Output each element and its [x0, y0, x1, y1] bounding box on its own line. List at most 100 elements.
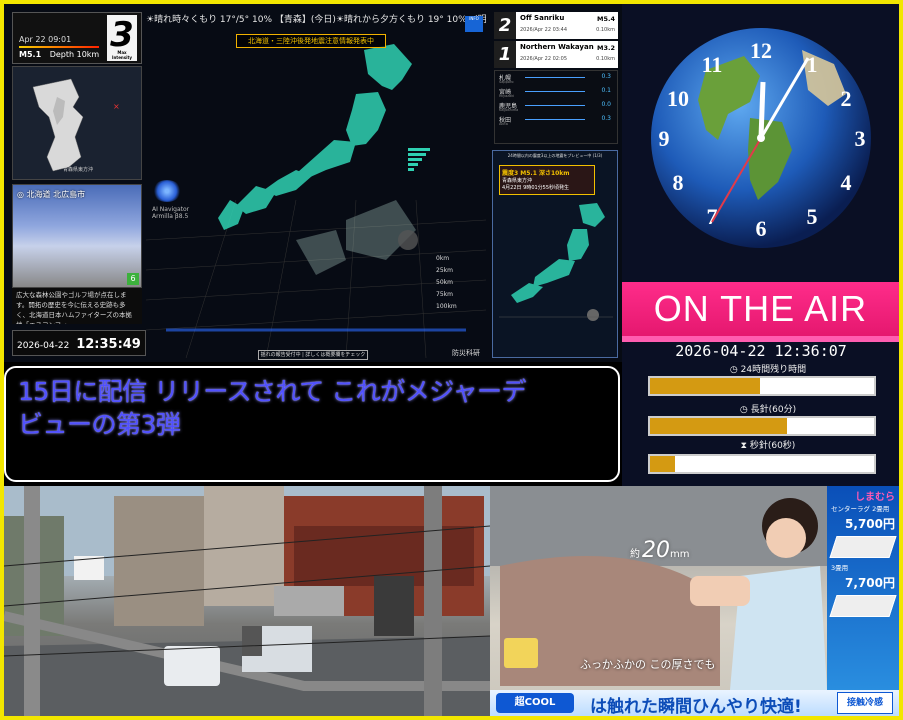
product-2-price: 7,700円 [845, 576, 895, 590]
location-pin-icon: ◎ [17, 190, 27, 199]
preview-heading: 24時間以内の震度3以上の地震をプレビュー中 (1/3) [507, 153, 603, 158]
street-scene [4, 486, 490, 716]
japan-3d-intensity-map: 0km 25km 50km 75km 100km [146, 44, 486, 358]
gauge-24h-label: ◷ 24時間残り時間 [650, 362, 886, 375]
quake-depth: 0.10km [596, 56, 615, 62]
ai-navigator-sub: Armilla β8.5 [152, 213, 189, 220]
cooling-badge: 接触冷感 [837, 692, 893, 714]
ad-tagline: ふっかふかの この厚さでも [580, 658, 716, 671]
hourglass-icon: ⧗ [740, 441, 750, 451]
waveform-line [525, 119, 585, 120]
quake-magnitude: M3.2 [597, 44, 615, 52]
hour-hand [758, 81, 766, 139]
gauge-24h-label-text: 24時間残り時間 [740, 365, 807, 375]
monitor-clock-time: 12:35:49 [76, 337, 141, 352]
preview-date: 4月22日 9時01分55秒頃発生 [502, 185, 570, 191]
earthquake-monitor-panel: ☀晴れ時々くもり 17°/5° 10% 【青森】(今日)☀晴れから夕方くもり 1… [4, 4, 622, 362]
rug-image [829, 536, 897, 558]
camera-place-text: 北海道 北広島市 [26, 190, 86, 199]
nied-credit: 防災科研 [452, 349, 480, 357]
svg-text:5: 5 [807, 204, 818, 229]
quake-date: 2026/Apr 22 02:05 [520, 56, 568, 62]
preview-quake-summary: 震度3 M5.1 深さ10km [502, 170, 570, 177]
street-live-camera [4, 486, 490, 716]
svg-text:0km: 0km [436, 255, 449, 262]
waveform-line [525, 105, 585, 106]
station-romaji: Miyazaki [499, 94, 515, 98]
product-2-name: 3畳用 [831, 564, 849, 572]
svg-text:100km: 100km [436, 303, 457, 310]
ad-bottom-banner: 超COOL は触れた瞬間ひんやり快適! 接触冷感 [490, 690, 899, 716]
gauge-second-hand [648, 454, 876, 474]
quake-region: Northern Wakayan [520, 43, 594, 51]
monitor-clock: 2026-04-22 12:35:49 [12, 330, 146, 356]
intensity-bar [19, 46, 99, 48]
rug-image [829, 595, 897, 617]
latest-quake-time: Apr 22 09:01 [19, 35, 72, 44]
station-romaji: Kagoshima [499, 108, 519, 112]
svg-text:50km: 50km [436, 279, 453, 286]
gauge-minute-hand [648, 416, 876, 436]
thickness-unit: mm [670, 549, 690, 560]
commercial-advert: 約20mm ふっかふかの この厚さでも しまむら センターラグ 2畳用 5,70… [490, 486, 899, 716]
svg-text:10: 10 [667, 86, 689, 111]
gauge-24h-fill [650, 378, 760, 394]
product-1-name: センターラグ 2畳用 [831, 505, 890, 513]
quake-rank: 1 [494, 41, 516, 68]
ai-navigator: AI Navigator Armilla β8.5 [152, 180, 189, 220]
epicenter-mini-map: × 青森県東方沖 [12, 66, 142, 180]
station-value: 0.3 [601, 115, 611, 122]
quake-region: Off Sanriku [520, 14, 565, 22]
svg-text:6: 6 [756, 216, 767, 241]
monitor-clock-date: 2026-04-22 [17, 341, 70, 351]
store-brand: しまむら [855, 492, 895, 503]
svg-text:9: 9 [659, 126, 670, 151]
svg-text:1: 1 [807, 52, 818, 77]
svg-text:75km: 75km [436, 291, 453, 298]
quake-rank: 2 [494, 12, 516, 39]
gauge-minute-label-text: 長針(60分) [750, 405, 797, 415]
ai-navigator-name: AI Navigator [152, 206, 190, 213]
thickness-prefix: 約 [630, 549, 640, 560]
gauge-second-label-text: 秒針(60秒) [749, 441, 796, 451]
gauge-second-fill [650, 456, 675, 472]
product-1-price: 5,700円 [845, 517, 895, 531]
svg-text:25km: 25km [436, 267, 453, 274]
mini-map-svg: × [32, 78, 120, 172]
quake-date: 2026/Apr 22 03:44 [520, 27, 568, 33]
quake-depth: 0.10km [596, 27, 615, 33]
svg-text:2: 2 [841, 86, 852, 111]
camera-intensity-chip: 6 [127, 273, 139, 285]
thickness-text: 約20mm [630, 538, 691, 563]
latest-quake-magnitude: M5.1 Depth 10km [19, 50, 99, 59]
station-row: 札幌 Sapporo 0.3 [495, 71, 617, 85]
camera-place-name: ◎ 北海道 北広島市 [17, 189, 85, 200]
latest-quake-mag-value: M5.1 [19, 50, 42, 59]
svg-text:11: 11 [702, 52, 723, 77]
thickness-value: 20 [642, 538, 670, 563]
ad-headline: は触れた瞬間ひんやり快適! [590, 697, 802, 716]
gauge-24h-remaining [648, 376, 876, 396]
price-sidebar: しまむら センターラグ 2畳用 5,700円 3畳用 7,700円 [827, 486, 899, 694]
max-intensity-value: 3 [110, 15, 134, 55]
lyrics-caption-box: 15日に配信 リリースされて これがメジャーデ ビューの第3弾 [4, 366, 620, 482]
station-value: 0.1 [601, 87, 611, 94]
quake-preview-card: 24時間以内の震度3以上の地震をプレビュー中 (1/3) 震度3 M5.1 深さ… [492, 150, 618, 358]
current-datetime: 2026-04-22 12:36:07 [675, 342, 847, 360]
clock-icon: ◷ [739, 405, 751, 415]
station-row: 宮崎 Miyazaki 0.1 [495, 85, 617, 99]
quake-list-item[interactable]: 1 Northern Wakayan M3.2 2026/Apr 22 02:0… [494, 41, 618, 68]
ai-navigator-orb-icon [152, 180, 182, 202]
report-request-pill[interactable]: 揺れの報告受付中 | 詳しくは概要欄をチェック [258, 350, 368, 360]
waveform-line [525, 91, 585, 92]
svg-text:12: 12 [750, 38, 772, 63]
live-camera-thumbnail[interactable]: ◎ 北海道 北広島市 6 [12, 184, 142, 288]
camera-description: 広大な森林公園やゴルフ場が点在します。開拓の歴史を今に伝える史跡も多く、北海道日… [12, 288, 142, 324]
gauge-minute-label: ◷ 長針(60分) [650, 402, 886, 415]
max-intensity-label: Max Intensity [111, 50, 133, 60]
station-row: 鹿児島 Kagoshima 0.0 [495, 99, 617, 113]
weather-ticker: ☀晴れ時々くもり 17°/5° 10% 【青森】(今日)☀晴れから夕方くもり 1… [146, 15, 488, 25]
svg-text:3: 3 [855, 126, 866, 151]
quake-list-item[interactable]: 2 Off Sanriku M5.4 2026/Apr 22 03:44 0.1… [494, 12, 618, 39]
caption-line-2: ビューの第3弾 [18, 410, 181, 439]
